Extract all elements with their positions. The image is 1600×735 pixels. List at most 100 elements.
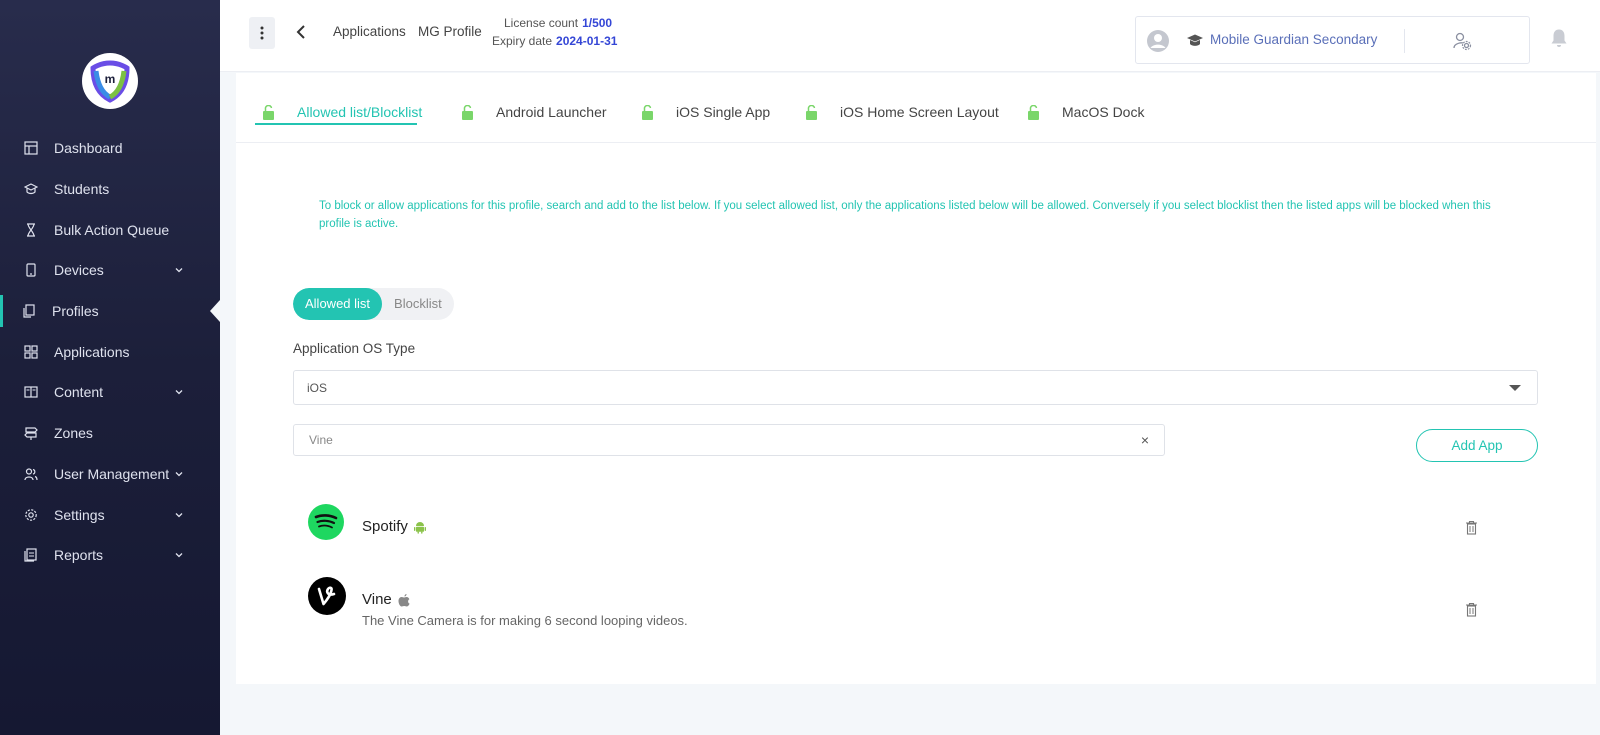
tab-android-launcher[interactable]: Android Launcher xyxy=(461,100,607,124)
app-name-text: Spotify xyxy=(362,518,408,535)
breadcrumb-applications[interactable]: Applications xyxy=(333,24,406,39)
os-type-label: Application OS Type xyxy=(293,341,416,356)
license-label: License count xyxy=(504,16,579,30)
sidebar-item-label: Dashboard xyxy=(54,140,123,157)
sidebar-item-reports[interactable]: Reports xyxy=(0,535,220,576)
sidebar-item-label: Zones xyxy=(54,425,93,442)
chevron-down-icon xyxy=(175,390,183,395)
active-tab-indicator xyxy=(255,123,417,125)
blocklist-option[interactable]: Blocklist xyxy=(382,288,454,320)
tab-ios-home-screen-layout[interactable]: iOS Home Screen Layout xyxy=(805,100,999,124)
app-name-text: Vine xyxy=(362,591,392,608)
user-settings-icon[interactable] xyxy=(1452,31,1472,51)
tab-label: iOS Single App xyxy=(676,104,771,120)
sidebar-item-students[interactable]: Students xyxy=(0,169,220,210)
lock-open-icon xyxy=(806,104,817,120)
app-search-input[interactable] xyxy=(294,425,1114,455)
app-list-item: Spotify xyxy=(308,504,1548,554)
hourglass-icon xyxy=(24,223,38,237)
tab-ios-single-app[interactable]: iOS Single App xyxy=(641,100,770,124)
gear-icon xyxy=(24,508,38,522)
report-icon xyxy=(24,548,38,562)
os-type-value: iOS xyxy=(307,381,328,395)
chevron-down-icon xyxy=(175,268,183,273)
vine-logo-icon xyxy=(308,577,346,615)
sidebar-item-settings[interactable]: Settings xyxy=(0,494,220,535)
graduation-cap-icon xyxy=(24,182,38,196)
account-switcher[interactable]: Mobile Guardian Secondary xyxy=(1135,16,1530,64)
phone-icon xyxy=(24,263,38,278)
tab-allowed-blocklist[interactable]: Allowed list/Blocklist xyxy=(262,100,422,124)
svg-text:m: m xyxy=(105,72,116,86)
grid-icon xyxy=(24,345,38,359)
users-icon xyxy=(24,467,38,481)
chevron-down-icon xyxy=(175,553,183,558)
graduation-cap-icon xyxy=(1187,34,1203,46)
profile-tabs: Allowed list/Blocklist Android Launcher … xyxy=(236,73,1596,143)
sidebar-item-label: Students xyxy=(54,181,110,198)
signpost-icon xyxy=(24,426,38,441)
sidebar-nav: Dashboard Students Bulk Action Queue Dev… xyxy=(0,128,220,576)
kebab-icon xyxy=(260,26,264,40)
sidebar-item-profiles[interactable]: Profiles xyxy=(0,291,220,332)
lock-open-icon xyxy=(642,104,653,120)
app-list-item: Vine The Vine Camera is for making 6 sec… xyxy=(308,577,1548,628)
sidebar-item-label: Devices xyxy=(54,262,104,279)
list-mode-toggle: Allowed list Blocklist xyxy=(293,288,454,320)
expiry-value: 2024-01-31 xyxy=(556,34,618,48)
mobile-guardian-logo[interactable]: m xyxy=(82,53,138,109)
info-text: To block or allow applications for this … xyxy=(319,200,1491,230)
sidebar-item-label: Content xyxy=(54,384,104,401)
sidebar-item-dashboard[interactable]: Dashboard xyxy=(0,128,220,169)
allowed-list-option[interactable]: Allowed list xyxy=(293,288,383,320)
lock-open-icon xyxy=(263,104,274,120)
tab-macos-dock[interactable]: MacOS Dock xyxy=(1027,100,1144,124)
sidebar-item-label: Profiles xyxy=(52,303,99,320)
breadcrumb-profile[interactable]: MG Profile xyxy=(418,24,482,39)
add-app-button[interactable]: Add App xyxy=(1416,429,1538,462)
trash-icon[interactable] xyxy=(1465,602,1478,617)
tab-label: iOS Home Screen Layout xyxy=(840,104,999,120)
sidebar-item-label: User Management xyxy=(54,465,170,482)
license-count: License count 1/500 xyxy=(504,16,612,30)
bell-icon[interactable] xyxy=(1550,28,1568,48)
sidebar-item-devices[interactable]: Devices xyxy=(0,250,220,291)
app-name: Spotify xyxy=(362,518,427,535)
sidebar-item-applications[interactable]: Applications xyxy=(0,331,220,372)
android-icon xyxy=(413,521,426,534)
documents-icon xyxy=(22,304,36,318)
tab-label: Allowed list/Blocklist xyxy=(297,104,423,120)
app-description: The Vine Camera is for making 6 second l… xyxy=(362,613,688,628)
chevron-down-icon xyxy=(175,512,183,517)
profile-card: Allowed list/Blocklist Android Launcher … xyxy=(236,73,1596,684)
os-type-select[interactable]: iOS xyxy=(293,370,1538,405)
sidebar-item-label: Reports xyxy=(54,547,104,564)
avatar[interactable] xyxy=(1146,29,1170,53)
sidebar-item-bulk-action-queue[interactable]: Bulk Action Queue xyxy=(0,209,220,250)
caret-down-icon xyxy=(1509,385,1521,391)
book-icon xyxy=(24,385,38,399)
sidebar-item-zones[interactable]: Zones xyxy=(0,413,220,454)
spotify-logo-icon xyxy=(308,504,344,540)
sidebar-item-label: Settings xyxy=(54,506,105,523)
logo-shield-icon: m xyxy=(90,60,130,103)
more-menu-button[interactable] xyxy=(249,17,275,49)
sidebar-item-content[interactable]: Content xyxy=(0,372,220,413)
license-value: 1/500 xyxy=(582,16,613,30)
apple-icon xyxy=(398,593,410,606)
divider xyxy=(1404,29,1405,53)
lock-open-icon xyxy=(462,104,473,120)
dashboard-icon xyxy=(24,141,38,155)
back-arrow-icon[interactable] xyxy=(294,24,310,40)
sidebar: m Dashboard Students Bulk Action Queue D… xyxy=(0,0,220,735)
tab-label: Android Launcher xyxy=(496,104,607,120)
school-name[interactable]: Mobile Guardian Secondary xyxy=(1210,32,1377,47)
clear-icon[interactable]: × xyxy=(1138,432,1152,448)
sidebar-item-label: Bulk Action Queue xyxy=(54,221,170,238)
sidebar-item-user-management[interactable]: User Management xyxy=(0,454,220,495)
expiry-label: Expiry date xyxy=(492,34,553,48)
tab-label: MacOS Dock xyxy=(1062,104,1145,120)
trash-icon[interactable] xyxy=(1465,520,1478,535)
app-name: Vine xyxy=(362,591,411,608)
chevron-down-icon xyxy=(175,471,183,477)
